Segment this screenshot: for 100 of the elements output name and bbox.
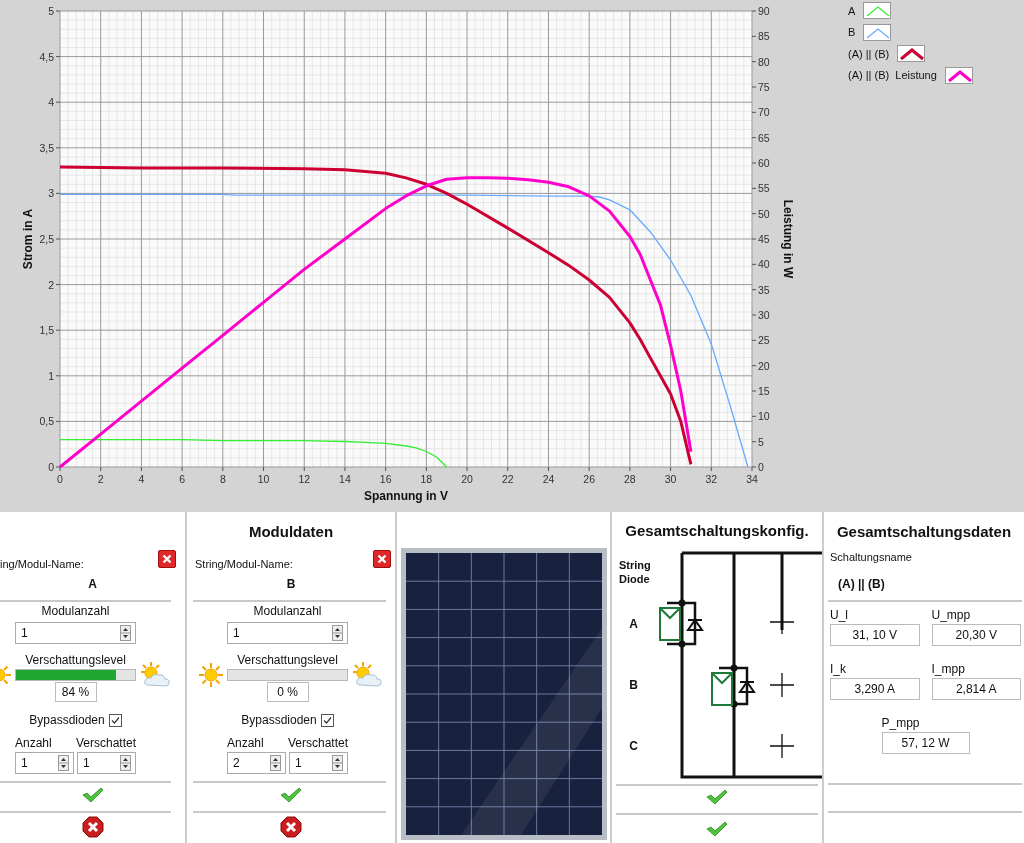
axis-tick-label: 10 (758, 410, 770, 423)
axis-tick-label: 2 (48, 278, 54, 291)
x-octagon-icon[interactable] (81, 816, 104, 838)
checkbox-label: Bypassdioden (241, 713, 317, 727)
spin-arrows-icon[interactable] (332, 755, 343, 771)
axis-tick-label: 26 (583, 473, 595, 485)
axis-tick-label: 70 (758, 106, 770, 119)
axis-tick-label: 14 (339, 473, 351, 485)
check-icon[interactable] (81, 787, 104, 803)
axis-tick-label: 20 (461, 473, 473, 485)
axis-tick-label: 2 (97, 473, 104, 485)
value-field: 3,290 A (830, 678, 920, 700)
axis-tick-label: 3,5 (39, 141, 54, 154)
checkbox[interactable] (108, 713, 122, 727)
axis-tick-label: 8 (219, 473, 226, 485)
field-label: I_k (830, 662, 847, 676)
axis-tick-label: 2,5 (39, 233, 54, 245)
axis-tick-label: 3 (48, 187, 54, 200)
number-field[interactable]: 2 (227, 752, 286, 774)
field-label: Verschattet (287, 736, 348, 750)
x-octagon-icon[interactable] (280, 816, 302, 838)
axis-tick-label: 4 (138, 473, 145, 485)
axis-tick-label: 0,5 (39, 415, 54, 428)
column-header: String Diode (619, 558, 651, 585)
axis-tick-label: 16 (379, 473, 392, 485)
axis-tick-label: 30 (758, 309, 770, 321)
field-label: Verschattungslevel (237, 653, 338, 667)
field-label: Schaltungsname (830, 551, 912, 563)
legend-label: (A) || (B) (848, 47, 890, 60)
axis-tick-label: 0 (758, 461, 764, 473)
field-label: Anzahl (227, 736, 264, 750)
legend-label: A (848, 4, 856, 17)
axis-tick-label: 10 (257, 473, 270, 485)
checkbox[interactable] (320, 713, 334, 727)
field-label: P_mpp (881, 716, 921, 730)
axis-tick-label: 5 (758, 435, 764, 448)
readout-field: 0 % (266, 682, 309, 702)
spin-arrows-icon[interactable] (120, 625, 131, 641)
axis-tick-label: 1 (48, 369, 54, 382)
spin-arrows-icon[interactable] (270, 755, 281, 771)
number-field[interactable]: 1 (289, 752, 348, 774)
close-button[interactable] (158, 550, 176, 568)
sun-cloud-icon (351, 662, 383, 688)
number-field[interactable]: 1 (227, 622, 348, 644)
checkbox-label: Bypassdioden (29, 713, 105, 727)
axis-tick-label: 90 (758, 5, 770, 17)
value-field: 57, 12 W (881, 732, 970, 754)
number-field[interactable]: 1 (77, 752, 136, 774)
shading-level-track[interactable] (15, 669, 136, 681)
section-title: Moduldaten (248, 522, 334, 540)
legend-label: B (848, 26, 856, 39)
field-label: Modulanzahl (41, 604, 110, 618)
axis-title: Strom in A (21, 208, 35, 270)
circuit-name: (A) || (B) (838, 577, 885, 591)
field-label: U_mpp (931, 608, 972, 622)
check-icon[interactable] (706, 821, 728, 838)
section-title: Gesamtschaltungsdaten (836, 522, 1012, 540)
check-icon[interactable] (280, 787, 302, 803)
value-field: 20,30 V (931, 624, 1021, 646)
axis-tick-label: 4 (48, 96, 54, 109)
axis-tick-label: 4,5 (39, 50, 54, 63)
axis-tick-label: 80 (758, 55, 770, 68)
axis-title: Spannung in V (364, 489, 448, 503)
axis-tick-label: 55 (758, 182, 770, 195)
close-button[interactable] (373, 550, 391, 568)
axis-tick-label: 20 (758, 359, 770, 372)
axis-tick-label: 22 (501, 473, 514, 485)
axis-tick-label: 75 (758, 81, 770, 93)
spin-arrows-icon[interactable] (332, 625, 343, 641)
axis-tick-label: 18 (420, 473, 433, 485)
axis-tick-label: 50 (758, 207, 770, 220)
field-label: Verschattet (75, 736, 136, 750)
axis-tick-label: 25 (758, 334, 770, 347)
legend-label: (A) || (B) Leistung (848, 69, 937, 82)
value-field: 2,814 A (931, 678, 1021, 700)
axis-tick-label: 28 (624, 473, 636, 485)
shading-level-track[interactable] (227, 669, 348, 681)
axis-tick-label: 5 (48, 5, 54, 17)
axis-tick-label: 30 (664, 473, 677, 485)
spin-arrows-icon[interactable] (58, 755, 69, 771)
axis-tick-label: 24 (542, 473, 555, 485)
x-icon (377, 554, 387, 564)
name-label: ing/Modul-Name: (0, 558, 84, 570)
axis-tick-label: 1,5 (39, 324, 54, 337)
axis-tick-label: 45 (758, 233, 770, 245)
section-title: Gesamtschaltungskonfig. (625, 522, 809, 540)
axis-tick-label: 35 (758, 283, 770, 296)
value-field: 31, 10 V (830, 624, 920, 646)
name-label: String/Modul-Name: (195, 558, 293, 570)
x-icon (162, 554, 172, 564)
axis-tick-label: 34 (746, 473, 758, 485)
spin-arrows-icon[interactable] (120, 755, 131, 771)
field-label: Modulanzahl (253, 604, 322, 618)
axis-tick-label: 65 (758, 131, 770, 144)
axis-tick-label: 40 (758, 258, 770, 271)
axis-tick-label: 0 (57, 473, 63, 485)
check-icon[interactable] (706, 789, 728, 806)
axis-tick-label: 15 (758, 385, 770, 397)
number-field[interactable]: 1 (15, 622, 136, 644)
number-field[interactable]: 1 (15, 752, 74, 774)
